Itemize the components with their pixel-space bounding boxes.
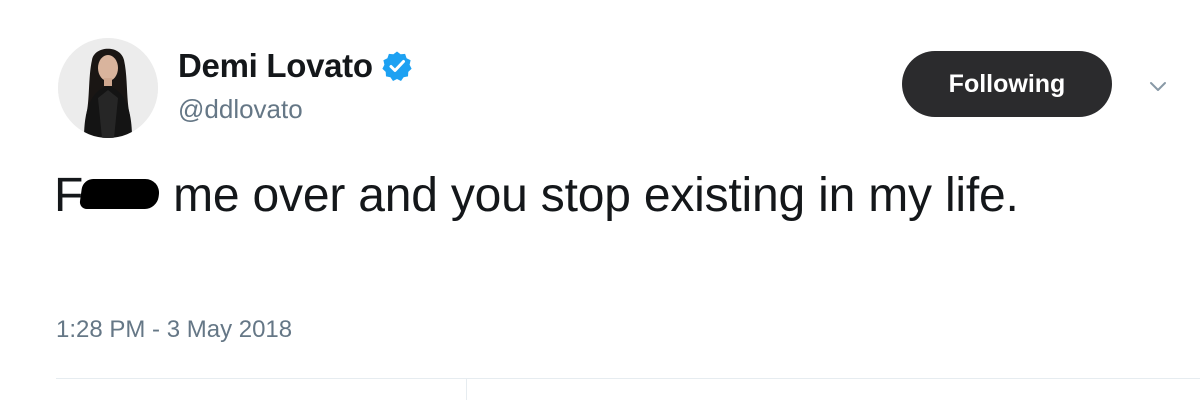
tweet-timestamp[interactable]: 1:28 PM - 3 May 2018 — [56, 316, 292, 344]
tweet-text-start: F — [54, 169, 84, 222]
stats-divider — [466, 378, 467, 400]
chevron-down-icon[interactable] — [1146, 74, 1170, 98]
verified-badge-icon — [381, 50, 413, 82]
display-name[interactable]: Demi Lovato — [178, 47, 373, 85]
profile-photo-avatar — [58, 38, 158, 138]
divider — [56, 378, 1200, 379]
following-button[interactable]: Following — [902, 51, 1112, 117]
redaction-mark — [79, 179, 162, 209]
tweet-text: Fme over and you stop existing in my lif… — [54, 162, 1154, 230]
tweet-card: Demi Lovato @ddlovato Following Fme over… — [0, 0, 1200, 400]
name-row: Demi Lovato — [178, 44, 413, 88]
user-handle[interactable]: @ddlovato — [178, 94, 303, 125]
avatar[interactable] — [58, 38, 158, 138]
tweet-text-rest: me over and you stop existing in my life… — [173, 169, 1019, 222]
